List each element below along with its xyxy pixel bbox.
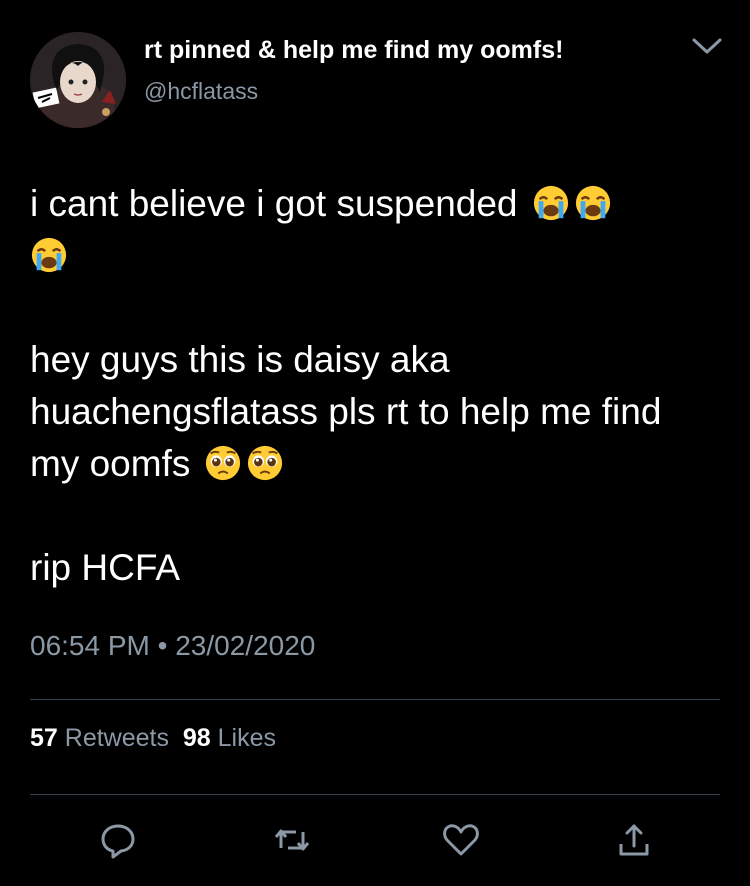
retweet-icon[interactable] [272,820,312,860]
tweet-line-2: hey guys this is daisy aka huachengsflat… [30,334,710,490]
tweet-line-1: i cant believe i got suspended [30,178,710,282]
loudly-crying-face-icon [30,236,68,274]
loudly-crying-face-icon [574,184,612,222]
pleading-face-icon [204,444,242,482]
retweets-label: Retweets [64,724,169,752]
tweet-date: 23/02/2020 [175,630,316,661]
share-icon[interactable] [614,820,654,860]
timestamp-separator: • [157,630,168,661]
tweet-stats: 57 Retweets 98 Likes [30,724,276,753]
likes-stat[interactable]: 98 Likes [183,724,276,752]
pleading-face-icon [246,444,284,482]
reply-icon[interactable] [98,820,138,860]
likes-count: 98 [182,724,211,752]
tweet-line-3: rip HCFA [30,547,181,588]
tweet-timestamp[interactable]: 06:54 PM • 23/02/2020 [30,630,315,662]
display-name[interactable]: rt pinned & help me find my oomfs! [144,36,563,65]
retweets-count: 57 [30,724,58,752]
chevron-down-icon[interactable] [690,34,724,58]
avatar[interactable] [30,32,126,128]
tweet-line-1-text: i cant believe i got suspended [30,183,518,224]
like-icon[interactable] [441,820,481,860]
tweet-time: 06:54 PM [30,630,150,661]
tweet-line-2-text: hey guys this is daisy aka huachengsflat… [30,339,662,484]
loudly-crying-face-icon [532,184,570,222]
tweet-text: i cant believe i got suspended hey guys … [30,178,710,594]
likes-label: Likes [217,724,277,752]
divider-top [30,699,720,700]
user-handle[interactable]: @hcflatass [144,78,258,105]
retweets-stat[interactable]: 57 Retweets [30,724,169,752]
divider-bottom [30,794,720,795]
